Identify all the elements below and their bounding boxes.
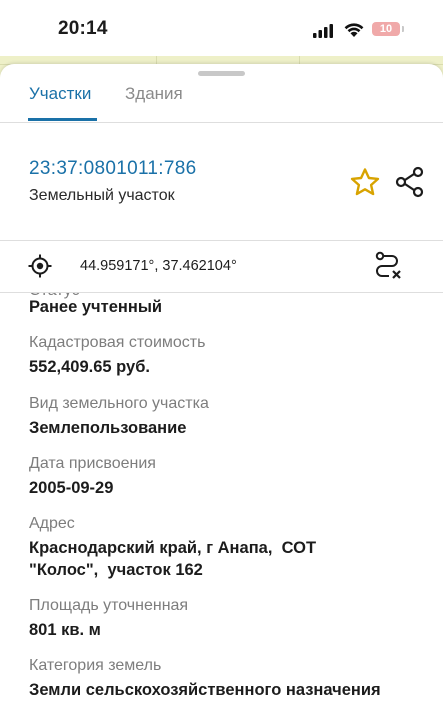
cadastral-number[interactable]: 23:37:0801011:786 <box>29 158 196 180</box>
property-area-label: Площадь уточненная <box>29 597 189 614</box>
parcel-info-sheet: Участки Здания 23:37:0801011:786 Земельн… <box>0 64 443 710</box>
property-date-label: Дата присвоения <box>29 455 156 472</box>
property-area-value: 801 кв. м <box>29 621 101 639</box>
cellular-signal-icon <box>313 24 333 38</box>
tab-bar: Участки Здания <box>0 78 443 122</box>
coordinates-text[interactable]: 44.959171°, 37.462104° <box>80 258 237 274</box>
crosshair-icon[interactable] <box>28 254 52 278</box>
property-cost-value: 552,409.65 руб. <box>29 358 150 376</box>
tab-parcels[interactable]: Участки <box>29 84 91 104</box>
property-date-value: 2005-09-29 <box>29 479 114 497</box>
status-time: 20:14 <box>58 18 108 39</box>
battery-cap <box>402 26 404 32</box>
share-icon[interactable] <box>395 166 425 198</box>
property-address-line2: "Колос", участок 162 <box>29 561 203 579</box>
tab-buildings[interactable]: Здания <box>125 84 183 104</box>
sheet-drag-handle[interactable] <box>198 71 245 76</box>
property-use-label: Вид земельного участка <box>29 395 209 412</box>
property-category-label: Категория земель <box>29 657 162 674</box>
status-bar: 20:14 10 <box>0 0 443 56</box>
property-cost-label: Кадастровая стоимость <box>29 334 206 351</box>
divider <box>0 122 443 123</box>
property-address-line1: Краснодарский край, г Анапа, СОТ <box>29 539 317 557</box>
active-tab-indicator <box>28 118 97 121</box>
parcel-type: Земельный участок <box>29 187 175 204</box>
property-category-value: Земли сельскохозяйственного назначения <box>29 681 381 699</box>
coordinates-row: 44.959171°, 37.462104° <box>0 240 443 292</box>
property-address-label: Адрес <box>29 515 75 532</box>
battery-indicator: 10 <box>372 22 400 36</box>
wifi-icon <box>344 23 364 37</box>
route-clear-icon[interactable] <box>374 251 404 281</box>
parcel-properties-list: Статус Ранее учтенный Кадастровая стоимо… <box>0 293 443 710</box>
star-icon[interactable] <box>349 167 381 197</box>
property-status-value: Ранее учтенный <box>29 298 163 316</box>
property-use-value: Землепользование <box>29 419 187 437</box>
screen: 20:14 10 Участки Здания 23:37:0801011:78… <box>0 0 443 710</box>
